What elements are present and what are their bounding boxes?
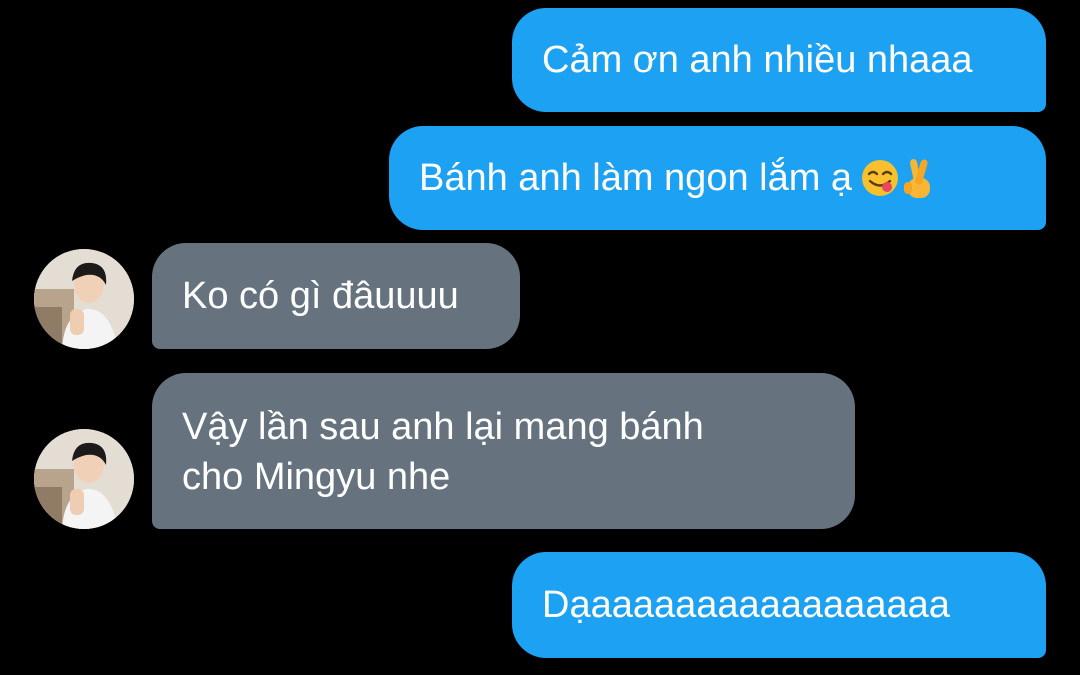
message-text-line: cho Mingyu nhe xyxy=(182,456,451,498)
message-bubble-sent[interactable]: Bánh anh làm ngon lắm ạ xyxy=(389,126,1046,230)
message-text: Bánh anh làm ngon lắm ạ xyxy=(419,157,853,199)
avatar[interactable] xyxy=(34,249,134,349)
crossed-fingers-emoji xyxy=(902,156,936,200)
message-text: Cảm ơn anh nhiều nhaaa xyxy=(542,39,973,81)
message-bubble-sent[interactable]: Dạaaaaaaaaaaaaaaaaa xyxy=(512,552,1046,658)
message-bubble-received[interactable]: Vậy lần sau anh lại mang bánh cho Mingyu… xyxy=(152,373,855,529)
message-text-line: Vậy lần sau anh lại mang bánh xyxy=(182,406,704,448)
message-bubble-received[interactable]: Ko có gì đâuuuu xyxy=(152,243,520,349)
message-text: Ko có gì đâuuuu xyxy=(182,275,459,317)
profile-photo-icon xyxy=(34,429,134,529)
yummy-face-emoji xyxy=(860,158,900,198)
message-text: Dạaaaaaaaaaaaaaaaaa xyxy=(542,584,950,626)
message-bubble-sent[interactable]: Cảm ơn anh nhiều nhaaa xyxy=(512,8,1046,112)
profile-photo-icon xyxy=(34,249,134,349)
avatar[interactable] xyxy=(34,429,134,529)
